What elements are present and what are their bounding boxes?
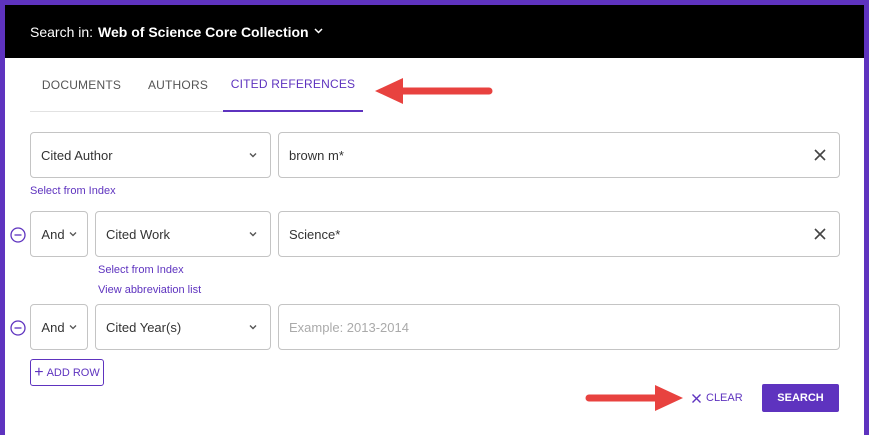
input-value: brown m* <box>289 147 344 163</box>
chevron-down-icon <box>69 232 77 237</box>
cited-author-field-select[interactable]: Cited Author <box>30 132 271 178</box>
operator-label: And <box>41 319 65 335</box>
add-row-button[interactable]: + ADD ROW <box>30 359 104 386</box>
field-select-label: Cited Author <box>41 147 113 163</box>
plus-icon: + <box>34 363 44 381</box>
clear-input-icon[interactable] <box>813 148 827 162</box>
remove-row-icon[interactable] <box>10 320 26 336</box>
field-select-label: Cited Work <box>106 226 171 242</box>
chevron-down-icon <box>69 325 77 330</box>
cited-author-input[interactable]: brown m* <box>278 132 840 178</box>
tab-documents[interactable]: DOCUMENTS <box>30 58 133 112</box>
select-from-index-link[interactable]: Select from Index <box>98 264 184 276</box>
cited-year-field-select[interactable]: Cited Year(s) <box>95 304 271 350</box>
search-button[interactable]: SEARCH <box>762 384 839 412</box>
cited-year-input[interactable]: Example: 2013-2014 <box>278 304 840 350</box>
clear-input-icon[interactable] <box>813 227 827 241</box>
clear-label: CLEAR <box>706 392 743 404</box>
annotation-arrow-clear <box>585 385 683 411</box>
clear-button[interactable]: CLEAR <box>691 387 743 409</box>
tab-cited-references[interactable]: CITED REFERENCES <box>223 58 363 112</box>
boolean-operator-select[interactable]: And <box>30 304 88 350</box>
boolean-operator-select[interactable]: And <box>30 211 88 257</box>
annotation-arrow-tab <box>375 78 493 104</box>
tab-authors[interactable]: AUTHORS <box>133 58 223 112</box>
chevron-down-icon <box>249 232 257 237</box>
view-abbreviation-list-link[interactable]: View abbreviation list <box>98 284 201 296</box>
select-from-index-link[interactable]: Select from Index <box>30 185 116 197</box>
cited-work-input[interactable]: Science* <box>278 211 840 257</box>
remove-row-icon[interactable] <box>10 227 26 243</box>
input-placeholder: Example: 2013-2014 <box>289 319 409 335</box>
search-panel: DOCUMENTS AUTHORS CITED REFERENCES Cited… <box>5 58 864 435</box>
close-icon <box>692 393 701 403</box>
search-tabs: DOCUMENTS AUTHORS CITED REFERENCES <box>30 58 363 112</box>
field-select-label: Cited Year(s) <box>106 319 182 335</box>
chevron-down-icon <box>249 325 257 330</box>
search-in-label: Search in: <box>30 23 94 40</box>
add-row-label: ADD ROW <box>46 366 100 379</box>
chevron-down-icon <box>249 153 257 158</box>
search-in-bar[interactable]: Search in: Web of Science Core Collectio… <box>5 5 864 58</box>
input-value: Science* <box>289 226 341 242</box>
collection-name[interactable]: Web of Science Core Collection <box>98 24 309 40</box>
operator-label: And <box>41 226 65 242</box>
chevron-down-icon[interactable] <box>314 26 323 37</box>
cited-work-field-select[interactable]: Cited Work <box>95 211 271 257</box>
